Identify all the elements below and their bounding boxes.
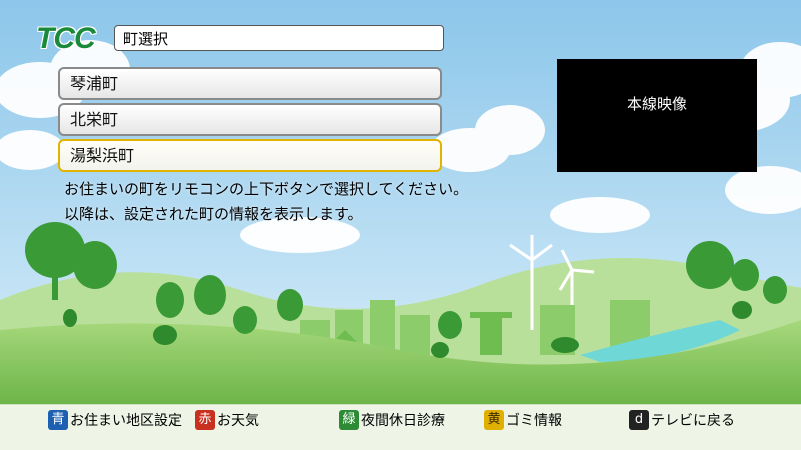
video-label: 本線映像	[626, 95, 687, 113]
tcc-logo: TCC	[36, 22, 96, 55]
instructions: お住まいの町をリモコンの上下ボタンで選択してください。 以降は、設定された町の情…	[64, 177, 468, 227]
town-item-hokuei[interactable]: 北栄町	[58, 103, 442, 136]
d-key-icon: d	[629, 410, 649, 430]
blue-button-area-setting[interactable]: 青お住まい地区設定	[48, 410, 182, 432]
red-button-label: お天気	[217, 413, 259, 429]
blue-key-icon: 青	[48, 410, 68, 430]
town-item-yurihama[interactable]: 湯梨浜町	[58, 139, 442, 172]
town-list: 琴浦町 北栄町 湯梨浜町	[58, 67, 442, 175]
blue-button-label: お住まい地区設定	[70, 413, 182, 429]
green-key-icon: 緑	[339, 410, 359, 430]
green-button-night-clinic[interactable]: 緑夜間休日診療	[339, 410, 445, 432]
instruction-line-2: 以降は、設定された町の情報を表示します。	[64, 205, 363, 223]
yellow-button-garbage-info[interactable]: 黄ゴミ情報	[484, 410, 562, 432]
yellow-button-label: ゴミ情報	[506, 413, 562, 429]
red-key-icon: 赤	[195, 410, 215, 430]
green-button-label: 夜間休日診療	[361, 413, 445, 429]
red-button-weather[interactable]: 赤お天気	[195, 410, 259, 432]
yellow-key-icon: 黄	[484, 410, 504, 430]
instruction-line-1: お住まいの町をリモコンの上下ボタンで選択してください。	[64, 180, 469, 198]
d-button-return-to-tv[interactable]: d テレビに戻る	[629, 410, 735, 432]
d-button-label: テレビに戻る	[651, 413, 735, 429]
remote-button-bar: 青お住まい地区設定 赤お天気 緑夜間休日診療 黄ゴミ情報 d テレビに戻る	[0, 404, 801, 450]
tv-data-screen: TCC 町選択 琴浦町 北栄町 湯梨浜町 お住まいの町をリモコンの上下ボタンで選…	[0, 0, 801, 450]
main-video-window: 本線映像	[557, 59, 757, 172]
town-item-kotoura[interactable]: 琴浦町	[58, 67, 442, 100]
page-title: 町選択	[114, 25, 444, 51]
